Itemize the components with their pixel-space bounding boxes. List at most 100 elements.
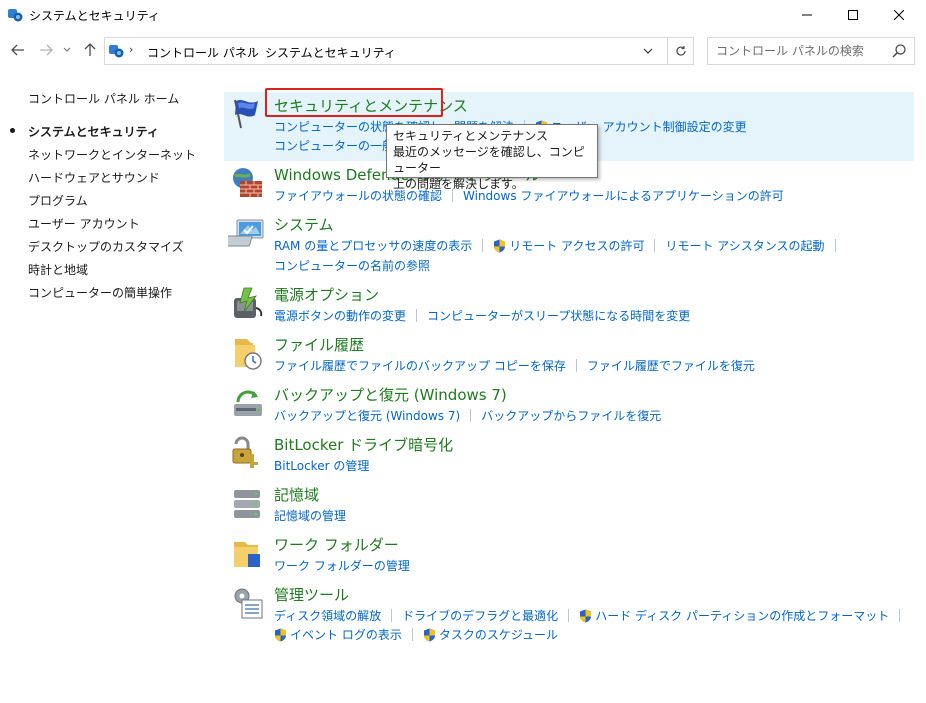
remote-assistance-link[interactable]: リモート アシスタンスの起動	[665, 237, 824, 254]
category-storage: 記憶域 記憶域の管理	[224, 482, 914, 526]
defragment-link[interactable]: ドライブのデフラグと最適化	[402, 607, 558, 624]
file-history-backup-link[interactable]: ファイル履歴でファイルのバックアップ コピーを保存	[274, 357, 566, 374]
chevron-right-icon[interactable]: ›	[129, 43, 133, 56]
power-button-link[interactable]: 電源ボタンの動作の変更	[274, 307, 406, 324]
refresh-button[interactable]	[667, 38, 693, 64]
recent-locations-button[interactable]	[60, 40, 74, 60]
uac-shield-icon	[494, 239, 506, 252]
category-title[interactable]: 記憶域	[274, 484, 319, 505]
maximize-icon	[848, 10, 858, 20]
ram-processor-link[interactable]: RAM の量とプロセッサの速度の表示	[274, 237, 472, 254]
nav-item-user-accounts[interactable]: ユーザー アカウント	[28, 215, 140, 232]
file-history-icon	[235, 339, 262, 370]
category-links: イベント ログの表示 タスクのスケジュール	[274, 626, 558, 643]
category-links: 記憶域の管理	[274, 507, 346, 524]
chevron-right-icon[interactable]: ›	[379, 43, 383, 56]
nav-item-personalization[interactable]: デスクトップのカスタマイズ	[28, 238, 184, 255]
category-admin-tools: 管理ツール ディスク領域の解放 ドライブのデフラグと最適化 ハード ディスク パ…	[224, 582, 914, 646]
uac-shield-icon	[580, 609, 592, 622]
close-button[interactable]	[876, 0, 922, 30]
file-history-restore-link[interactable]: ファイル履歴でファイルを復元	[587, 357, 755, 374]
category-power: 電源オプション 電源ボタンの動作の変更 コンピューターがスリープ状態になる時間を…	[224, 282, 914, 326]
task-scheduler-link[interactable]: タスクのスケジュール	[423, 626, 558, 643]
refresh-icon	[675, 46, 686, 56]
window-title: システムとセキュリティ	[29, 9, 160, 23]
sleep-time-link[interactable]: コンピューターがスリープ状態になる時間を変更	[427, 307, 690, 324]
work-folders-manage-link[interactable]: ワーク フォルダーの管理	[274, 557, 410, 574]
focus-highlight-box	[265, 88, 443, 117]
title-bar: システムとセキュリティ	[0, 0, 926, 30]
control-panel-home-link[interactable]: コントロール パネル ホーム	[28, 90, 179, 107]
link-separator	[470, 409, 472, 422]
current-page-bullet	[10, 128, 15, 133]
category-links: BitLocker の管理	[274, 457, 369, 474]
maximize-button[interactable]	[830, 0, 876, 30]
storage-manage-link[interactable]: 記憶域の管理	[274, 507, 346, 524]
backup-restore-link[interactable]: バックアップと復元 (Windows 7)	[274, 407, 460, 424]
bitlocker-manage-link[interactable]: BitLocker の管理	[274, 457, 369, 474]
minimize-button[interactable]	[784, 0, 830, 30]
up-button[interactable]	[80, 40, 100, 60]
nav-item-network[interactable]: ネットワークとインターネット	[28, 146, 196, 163]
power-icon	[234, 287, 263, 318]
category-title[interactable]: 電源オプション	[274, 284, 379, 305]
task-scheduler-label: タスクのスケジュール	[438, 628, 558, 642]
category-backup-restore: バックアップと復元 (Windows 7) バックアップと復元 (Windows…	[224, 382, 914, 426]
chevron-down-icon	[643, 48, 653, 54]
backup-icon	[234, 390, 262, 416]
search-box[interactable]	[707, 37, 915, 65]
category-links: ファイル履歴でファイルのバックアップ コピーを保存 ファイル履歴でファイルを復元	[274, 357, 755, 374]
close-icon	[894, 10, 904, 20]
search-icon[interactable]	[891, 43, 907, 59]
work-folders-icon	[234, 542, 260, 567]
disk-partition-label: ハード ディスク パーティションの作成とフォーマット	[595, 609, 890, 623]
tooltip-line: 最近のメッセージを確認し、コンピューター	[393, 145, 585, 175]
nav-item-clock-region[interactable]: 時計と地域	[28, 261, 88, 278]
back-button[interactable]	[8, 40, 28, 60]
address-bar[interactable]: › コントロール パネル › システムとセキュリティ ›	[104, 37, 694, 65]
category-links: ワーク フォルダーの管理	[274, 557, 410, 574]
event-log-link[interactable]: イベント ログの表示	[274, 626, 402, 643]
category-work-folders: ワーク フォルダー ワーク フォルダーの管理	[224, 532, 914, 576]
category-links: バックアップと復元 (Windows 7) バックアップからファイルを復元	[274, 407, 661, 424]
nav-item-system-security[interactable]: システムとセキュリティ	[10, 123, 159, 140]
address-dropdown-button[interactable]	[636, 38, 660, 64]
link-separator	[899, 609, 901, 622]
link-separator	[575, 359, 577, 372]
nav-item-ease-of-access[interactable]: コンピューターの簡単操作	[28, 284, 172, 301]
nav-item-hardware[interactable]: ハードウェアとサウンド	[28, 169, 160, 186]
category-title[interactable]: ワーク フォルダー	[274, 534, 399, 555]
remote-access-link[interactable]: リモート アクセスの許可	[493, 237, 644, 254]
category-links: RAM の量とプロセッサの速度の表示 リモート アクセスの許可 リモート アシス…	[274, 237, 846, 254]
category-system: システム RAM の量とプロセッサの速度の表示 リモート アクセスの許可 リモー…	[224, 212, 914, 276]
category-title[interactable]: 管理ツール	[274, 584, 349, 605]
flag-icon	[234, 99, 258, 129]
category-title[interactable]: システム	[274, 214, 334, 235]
category-file-history: ファイル履歴 ファイル履歴でファイルのバックアップ コピーを保存 ファイル履歴で…	[224, 332, 914, 376]
control-panel-icon	[8, 9, 23, 22]
category-title[interactable]: ファイル履歴	[274, 334, 364, 355]
category-title[interactable]: BitLocker ドライブ暗号化	[274, 434, 453, 455]
link-separator	[568, 609, 570, 622]
chevron-right-icon[interactable]: ›	[251, 43, 255, 56]
category-bitlocker: BitLocker ドライブ暗号化 BitLocker の管理	[224, 432, 914, 476]
category-links: ディスク領域の解放 ドライブのデフラグと最適化 ハード ディスク パーティション…	[274, 607, 910, 624]
breadcrumb-system-security[interactable]: システムとセキュリティ	[265, 44, 396, 61]
chevron-down-icon	[63, 47, 71, 52]
breadcrumb-control-panel[interactable]: コントロール パネル	[147, 44, 259, 61]
tooltip-title: セキュリティとメンテナンス	[393, 129, 549, 143]
computer-name-link[interactable]: コンピューターの名前の参照	[274, 257, 430, 274]
search-input[interactable]	[708, 38, 888, 64]
uac-shield-icon	[423, 628, 435, 641]
disk-cleanup-link[interactable]: ディスク領域の解放	[274, 607, 381, 624]
firewall-icon	[233, 168, 262, 197]
disk-partition-link[interactable]: ハード ディスク パーティションの作成とフォーマット	[579, 607, 889, 624]
forward-button[interactable]	[36, 40, 56, 60]
system-icon	[228, 219, 264, 247]
category-links: コンピューターの名前の参照	[274, 257, 430, 274]
nav-item-programs[interactable]: プログラム	[28, 192, 88, 209]
category-title[interactable]: バックアップと復元 (Windows 7)	[274, 384, 507, 405]
restore-files-link[interactable]: バックアップからファイルを復元	[481, 407, 661, 424]
link-separator	[391, 609, 393, 622]
control-panel-icon	[109, 45, 124, 58]
